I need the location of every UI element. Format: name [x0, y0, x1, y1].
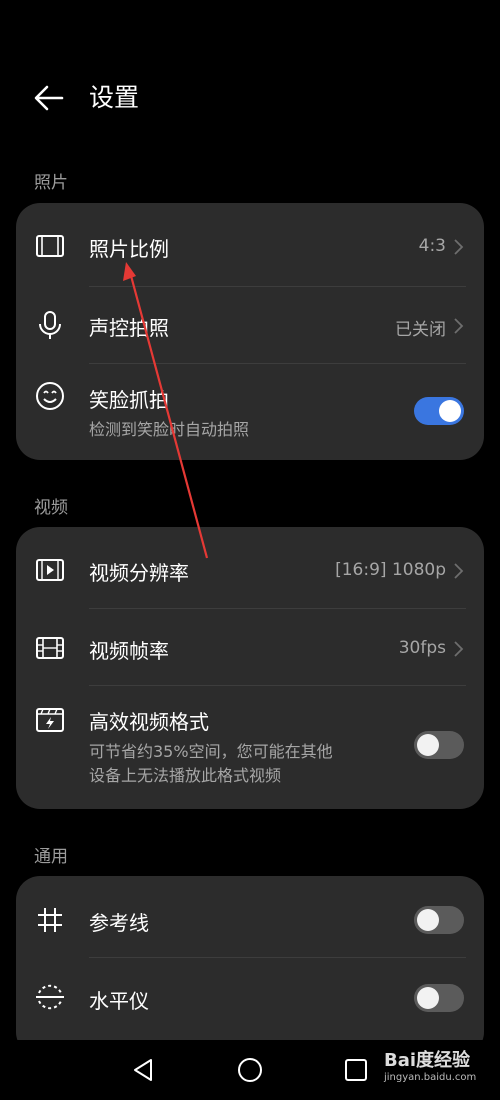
- header: 设置: [0, 68, 500, 128]
- video-settings-card: 视频分辨率 [16:9] 1080p 视频帧率 30fps 高效视频格式 可节省…: [16, 527, 484, 809]
- microphone-icon: [34, 309, 66, 341]
- baidu-jingyan-watermark: Bai度经验 jingyan.baidu.com: [384, 1046, 477, 1088]
- photo-settings-card: 照片比例 4:3 声控拍照 已关闭 笑脸抓拍 检测到笑脸时自动拍照: [16, 203, 484, 460]
- section-label-video: 视频: [34, 498, 68, 518]
- video-resolution-title: 视频分辨率: [89, 561, 189, 585]
- film-icon: [34, 632, 66, 664]
- efficient-format-row: 高效视频格式 可节省约35%空间，您可能在其他 设备上无法播放此格式视频: [16, 686, 484, 809]
- efficient-format-title: 高效视频格式: [89, 710, 209, 734]
- video-resolution-row[interactable]: 视频分辨率 [16:9] 1080p: [16, 527, 484, 609]
- frame-rate-title: 视频帧率: [89, 639, 169, 663]
- grid-lines-title: 参考线: [89, 911, 149, 935]
- smile-shot-title: 笑脸抓拍: [89, 388, 169, 412]
- video-resolution-icon: [34, 554, 66, 586]
- page-title: 设置: [89, 83, 140, 112]
- chevron-right-icon: [454, 318, 464, 334]
- general-settings-card: 参考线 水平仪: [16, 876, 484, 1056]
- level-row: 水平仪: [16, 958, 484, 1036]
- level-icon: [34, 981, 66, 1013]
- grid-icon: [34, 904, 66, 936]
- section-label-photo: 照片: [34, 173, 68, 193]
- efficient-video-icon: [34, 704, 66, 736]
- voice-shot-value: 已关闭: [395, 320, 446, 340]
- chevron-right-icon: [454, 239, 464, 255]
- aspect-ratio-title: 照片比例: [89, 237, 169, 261]
- toggle-knob: [417, 734, 439, 756]
- toggle-knob: [417, 987, 439, 1009]
- smile-shot-subtitle: 检测到笑脸时自动拍照: [89, 420, 250, 439]
- efficient-format-toggle[interactable]: [414, 731, 464, 759]
- watermark-url: jingyan.baidu.com: [384, 1072, 477, 1083]
- frame-rate-row[interactable]: 视频帧率 30fps: [16, 609, 484, 686]
- grid-lines-row: 参考线: [16, 876, 484, 958]
- toggle-knob: [439, 400, 461, 422]
- smile-shot-row: 笑脸抓拍 检测到笑脸时自动拍照: [16, 364, 484, 460]
- nav-home-button[interactable]: [234, 1054, 266, 1086]
- aspect-ratio-row[interactable]: 照片比例 4:3: [16, 203, 484, 287]
- back-button[interactable]: [32, 81, 66, 115]
- watermark-brand: Bai度经验: [384, 1050, 471, 1071]
- circle-home-icon: [238, 1058, 262, 1082]
- chevron-right-icon: [454, 641, 464, 657]
- frame-rate-value: 30fps: [398, 638, 446, 658]
- triangle-back-icon: [134, 1059, 152, 1081]
- square-recents-icon: [345, 1059, 367, 1081]
- toggle-knob: [417, 909, 439, 931]
- level-title: 水平仪: [89, 989, 149, 1013]
- smile-icon: [34, 380, 66, 412]
- frame-icon: [34, 230, 66, 262]
- efficient-format-subtitle-line1: 可节省约35%空间，您可能在其他: [89, 742, 333, 761]
- nav-back-button[interactable]: [127, 1054, 159, 1086]
- video-resolution-value: [16:9] 1080p: [335, 560, 446, 580]
- smile-shot-toggle[interactable]: [414, 397, 464, 425]
- voice-shot-title: 声控拍照: [89, 316, 169, 340]
- grid-lines-toggle[interactable]: [414, 906, 464, 934]
- efficient-format-subtitle-line2: 设备上无法播放此格式视频: [89, 766, 282, 785]
- nav-recents-button[interactable]: [340, 1054, 372, 1086]
- section-label-general: 通用: [34, 847, 68, 867]
- voice-shot-row[interactable]: 声控拍照 已关闭: [16, 287, 484, 364]
- aspect-ratio-value: 4:3: [418, 236, 446, 256]
- chevron-right-icon: [454, 563, 464, 579]
- level-toggle[interactable]: [414, 984, 464, 1012]
- arrow-left-icon: [34, 85, 64, 111]
